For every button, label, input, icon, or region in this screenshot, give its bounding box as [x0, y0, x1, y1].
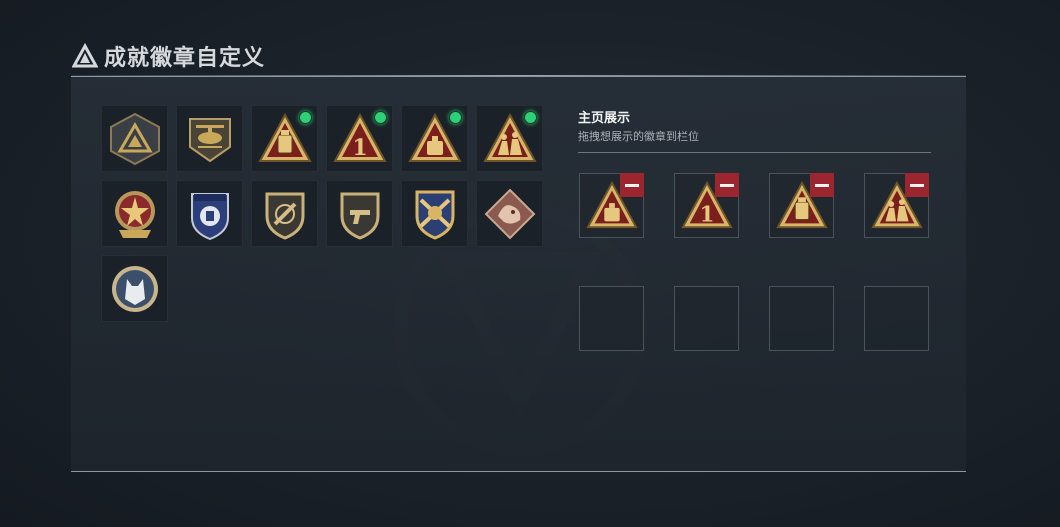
minus-icon [625, 183, 639, 187]
badge-slot[interactable] [476, 105, 543, 172]
new-badge-indicator [449, 111, 462, 124]
minus-icon [815, 183, 829, 187]
new-badge-indicator [374, 111, 387, 124]
badge-slot[interactable] [401, 105, 468, 172]
badge-inventory-grid: 1 [101, 105, 543, 322]
dragon-diamond-badge-icon [484, 188, 535, 239]
new-badge-indicator [299, 111, 312, 124]
showcase-slot[interactable] [579, 173, 644, 238]
badge-slot[interactable] [251, 105, 318, 172]
badge-slot[interactable] [176, 180, 243, 247]
new-badge-indicator [524, 111, 537, 124]
triangle-emblem-badge-icon [109, 112, 160, 165]
badge-slot[interactable] [401, 180, 468, 247]
showcase-subtitle: 拖拽想展示的徽章到栏位 [578, 130, 699, 143]
page-header: 成就徽章自定义 [72, 40, 265, 72]
showcase-slot-empty[interactable] [579, 286, 644, 351]
showcase-slot[interactable]: 1 [674, 173, 739, 238]
showcase-slot-empty[interactable] [674, 286, 739, 351]
remove-badge-button[interactable] [810, 173, 834, 197]
badge-slot[interactable]: 1 [326, 105, 393, 172]
badge-slot[interactable] [101, 255, 168, 322]
homepage-showcase: 主页展示 拖拽想展示的徽章到栏位 [578, 107, 931, 153]
minus-icon [910, 183, 924, 187]
badge-slot[interactable] [476, 180, 543, 247]
badge-slot[interactable] [101, 105, 168, 172]
rifle-shield-badge-icon [265, 192, 304, 240]
svg-text:1: 1 [699, 202, 714, 227]
pistol-shield-badge-icon [340, 192, 379, 240]
showcase-slot[interactable] [864, 173, 929, 238]
minus-icon [720, 183, 734, 187]
badge-slot[interactable] [326, 180, 393, 247]
showcase-slot-grid: 1 [579, 173, 929, 351]
page-title: 成就徽章自定义 [104, 46, 266, 71]
badge-slot[interactable] [251, 180, 318, 247]
badge-slot[interactable] [176, 105, 243, 172]
remove-badge-button[interactable] [905, 173, 929, 197]
remove-badge-button[interactable] [715, 173, 739, 197]
badge-slot[interactable] [101, 180, 168, 247]
showcase-slot-empty[interactable] [769, 286, 834, 351]
remove-badge-button[interactable] [620, 173, 644, 197]
star-medal-badge-icon [114, 190, 155, 238]
helicopter-badge-icon [188, 117, 231, 162]
showcase-divider [578, 152, 931, 153]
showcase-slot-empty[interactable] [864, 286, 929, 351]
badge-customization-panel: 1 主页展示 拖拽想展示的徽章到栏位 1 [71, 76, 966, 472]
triangle-emblem-icon [72, 43, 98, 68]
showcase-title: 主页展示 [578, 111, 631, 126]
crossed-rifles-shield-badge-icon [415, 190, 454, 240]
wolf-circle-badge-icon [111, 265, 158, 312]
svg-text:1: 1 [352, 135, 367, 161]
police-shield-badge-icon [190, 192, 229, 240]
showcase-slot[interactable] [769, 173, 834, 238]
